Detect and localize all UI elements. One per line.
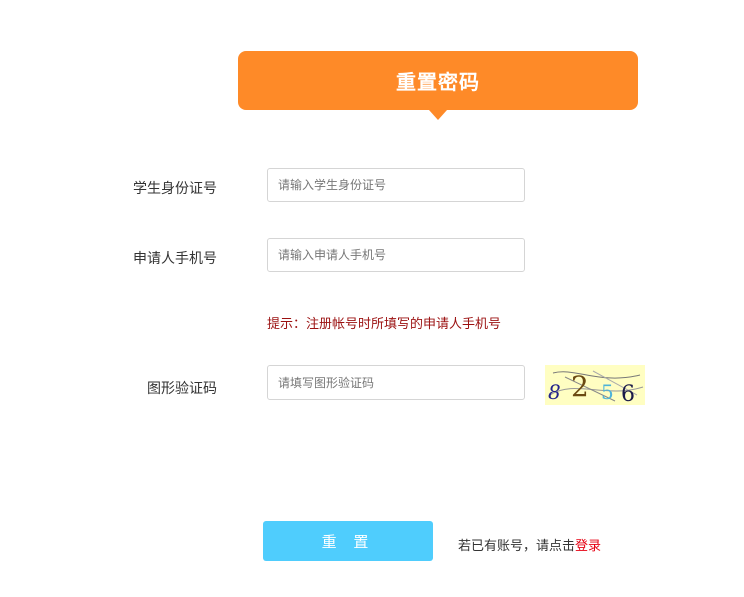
login-prompt: 若已有账号，请点击登录 xyxy=(458,535,601,554)
phone-label: 申请人手机号 xyxy=(133,251,217,267)
page-title: 重置密码 xyxy=(396,70,480,94)
captcha-char-2: 2 xyxy=(571,370,589,403)
student-id-label: 学生身份证号 xyxy=(133,181,217,197)
captcha-char-3: 5 xyxy=(601,380,614,404)
captcha-char-1: 8 xyxy=(548,380,561,404)
captcha-image[interactable]: 8 2 5 6 xyxy=(545,365,645,407)
captcha-char-4: 6 xyxy=(621,382,635,405)
banner-pointer xyxy=(429,110,447,120)
captcha-label: 图形验证码 xyxy=(147,381,217,397)
phone-input[interactable] xyxy=(267,238,525,272)
captcha-graphic: 8 2 5 6 xyxy=(548,370,644,407)
login-link[interactable]: 登录 xyxy=(575,539,601,554)
login-prompt-text: 若已有账号，请点击 xyxy=(458,539,576,554)
reset-button[interactable]: 重 置 xyxy=(263,521,433,561)
hint-text: 提示：注册帐号时所填写的申请人手机号 xyxy=(267,317,502,332)
page-title-banner: 重置密码 xyxy=(238,51,638,110)
student-id-input[interactable] xyxy=(267,168,525,202)
captcha-input[interactable] xyxy=(267,365,525,400)
